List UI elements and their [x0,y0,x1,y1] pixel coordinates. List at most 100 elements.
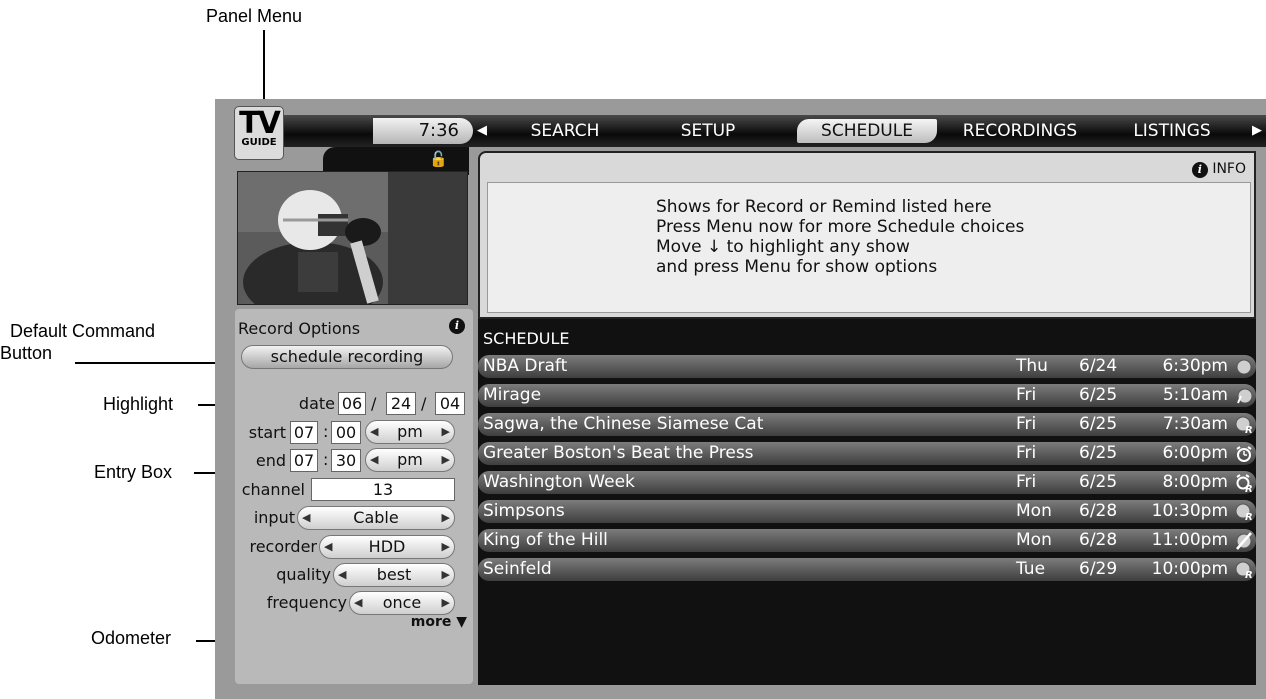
odometer-left-arrow-icon: ◀ [338,568,347,581]
frequency-value: once [382,593,422,612]
start-ampm-value: pm [397,422,423,441]
show-date: 6/28 [1079,501,1118,521]
nav-right-arrow-icon[interactable]: ▶ [1252,121,1262,141]
football-player-image [238,172,467,304]
schedule-row[interactable]: Mirage Fri 6/25 5:10am [478,384,1256,407]
tab-setup[interactable]: SETUP [663,119,753,143]
date-month-field[interactable]: 06 [338,392,366,415]
callout-highlight: Highlight [103,394,174,414]
show-time: 10:00pm [1151,559,1228,579]
show-date: 6/25 [1079,472,1118,492]
show-time: 6:30pm [1162,356,1228,376]
record-dot-icon [1236,359,1252,375]
date-sep-2: / [421,394,427,413]
schedule-panel: SCHEDULE NBA Draft Thu 6/24 6:30pm Mirag… [478,319,1256,685]
end-minute-field[interactable]: 30 [331,449,361,472]
record-options-title: Record Options [238,319,361,338]
start-minute-field[interactable]: 00 [331,421,361,444]
schedule-row[interactable]: Simpsons Mon 6/28 10:30pm R [478,500,1256,523]
date-label: date [298,394,335,413]
record-repeat-icon: R [1235,561,1253,579]
schedule-row[interactable]: NBA Draft Thu 6/24 6:30pm [478,355,1256,378]
date-day-field[interactable]: 24 [386,392,416,415]
info-line-4: and press Menu for show options [656,257,938,277]
date-year-field[interactable]: 04 [435,392,465,415]
date-sep-1: / [371,394,377,413]
nav-left-arrow-icon[interactable]: ◀ [477,121,487,141]
show-title: NBA Draft [483,356,568,376]
schedule-row[interactable]: Sagwa, the Chinese Siamese Cat Fri 6/25 … [478,413,1256,436]
input-value: Cable [353,508,399,527]
frequency-odometer[interactable]: ◀ once ▶ [349,591,455,615]
odometer-right-arrow-icon: ▶ [441,511,450,524]
schedule-row[interactable]: Washington Week Fri 6/25 8:00pm R [478,471,1256,494]
show-day: Mon [1016,501,1052,521]
show-title: Washington Week [483,472,635,492]
info-icon: i [1191,162,1208,178]
info-icon[interactable]: i [449,318,465,334]
show-date: 6/25 [1079,443,1118,463]
start-ampm-odometer[interactable]: ◀ pm ▶ [365,420,455,444]
show-title: Seinfeld [483,559,552,579]
info-message: Shows for Record or Remind listed here P… [656,197,1024,277]
start-hour-field[interactable]: 07 [290,421,318,444]
schedule-row[interactable]: Greater Boston's Beat the Press Fri 6/25… [478,442,1256,465]
record-repeat-icon: R [1235,416,1253,434]
callout-default-command: Default Command [10,321,156,341]
logo-guide-text: GUIDE [241,137,277,148]
schedule-title: SCHEDULE [483,329,570,348]
end-ampm-value: pm [397,450,423,469]
end-ampm-odometer[interactable]: ◀ pm ▶ [365,448,455,472]
record-partial-icon [1237,388,1253,404]
show-date: 6/28 [1079,530,1118,550]
tab-recordings[interactable]: RECORDINGS [960,119,1080,143]
info-button[interactable]: i INFO [1191,161,1246,178]
tab-search[interactable]: SEARCH [515,119,615,143]
tv-guide-screen: TV GUIDE 7:36 ◀ SEARCH SETUP SCHEDULE RE… [215,99,1266,699]
recorder-odometer[interactable]: ◀ HDD ▶ [319,535,455,559]
svg-text:R: R [1245,425,1253,434]
info-line-1: Shows for Record or Remind listed here [656,197,992,217]
svg-text:R: R [1245,484,1253,492]
unlock-icon: 🔓 [429,150,448,168]
start-label: start [248,423,286,442]
callout-panel-menu: Panel Menu [206,6,303,26]
info-line-2: Press Menu now for more Schedule choices [656,217,1025,237]
more-button[interactable]: more ▼ [411,614,467,630]
alarm-clock-icon [1236,446,1252,462]
odometer-right-arrow-icon: ▶ [441,453,450,466]
odometer-left-arrow-icon: ◀ [370,453,379,466]
show-time: 5:10am [1162,385,1228,405]
schedule-row[interactable]: Seinfeld Tue 6/29 10:00pm R [478,558,1256,581]
show-title: Simpsons [483,501,565,521]
odometer-right-arrow-icon: ▶ [441,568,450,581]
odometer-left-arrow-icon: ◀ [370,425,379,438]
odometer-left-arrow-icon: ◀ [302,511,311,524]
callout-entry-box: Entry Box [94,462,173,482]
end-hour-field[interactable]: 07 [290,449,318,472]
show-time: 7:30am [1162,414,1228,434]
quality-value: best [376,565,412,584]
show-day: Fri [1016,414,1037,434]
svg-text:R: R [1245,570,1253,579]
channel-field[interactable]: 13 [311,478,455,501]
end-label: end [255,451,286,470]
tab-schedule[interactable]: SCHEDULE [797,119,937,143]
show-time: 10:30pm [1151,501,1228,521]
odometer-right-arrow-icon: ▶ [441,425,450,438]
show-date: 6/25 [1079,414,1118,434]
show-date: 6/29 [1079,559,1118,579]
end-sep: : [323,450,329,469]
tab-listings[interactable]: LISTINGS [1127,119,1217,143]
show-title: Mirage [483,385,542,405]
recorder-label: recorder [249,537,317,556]
quality-odometer[interactable]: ◀ best ▶ [333,563,455,587]
schedule-row[interactable]: King of the Hill Mon 6/28 11:00pm [478,529,1256,552]
odometer-left-arrow-icon: ◀ [354,596,363,609]
schedule-recording-button[interactable]: schedule recording [241,345,453,369]
info-area: i INFO Shows for Record or Remind listed… [478,151,1256,319]
tv-guide-logo: TV GUIDE [234,106,284,160]
input-odometer[interactable]: ◀ Cable ▶ [297,506,455,530]
logo-tv-text: TV [239,106,281,141]
show-title: Sagwa, the Chinese Siamese Cat [483,414,764,434]
